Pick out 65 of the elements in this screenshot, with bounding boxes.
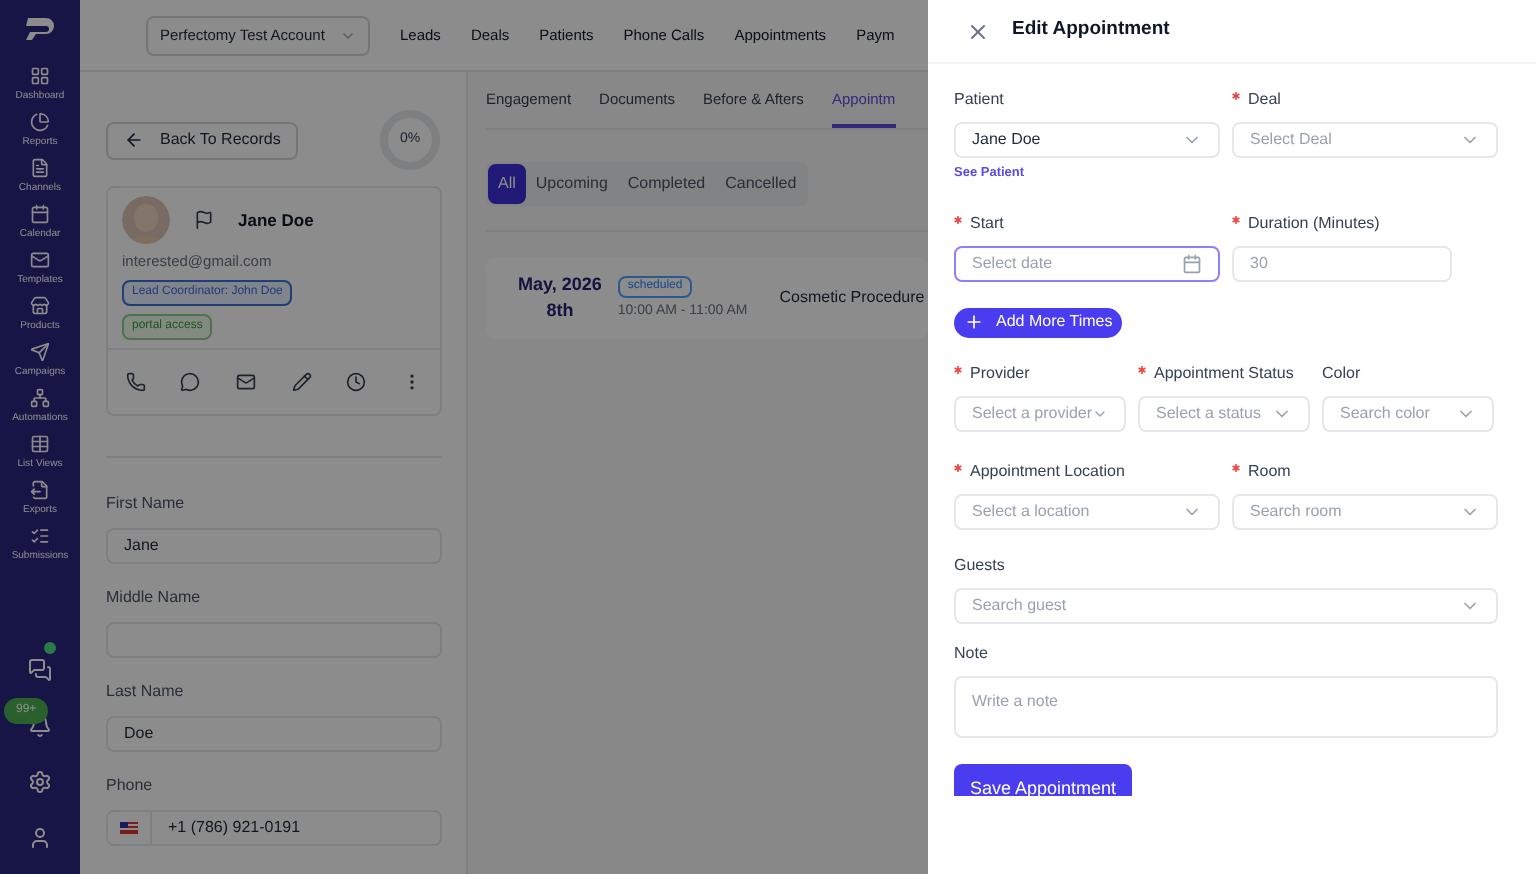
field-label: Guests [954, 553, 1007, 578]
field-label: First Name [106, 492, 187, 516]
required-icon [1232, 463, 1240, 472]
close-icon[interactable] [966, 19, 990, 43]
filter-pill[interactable]: All [488, 164, 526, 205]
table-icon [29, 434, 50, 454]
field-label: Appointment Status [1138, 361, 1310, 386]
settings-icon[interactable] [28, 770, 52, 794]
plus-icon [964, 312, 984, 333]
message-icon[interactable] [180, 372, 201, 392]
clock-icon[interactable] [346, 372, 367, 392]
required-icon [954, 463, 962, 472]
us-flag-icon[interactable] [120, 822, 138, 834]
filter-pill[interactable]: Upcoming [525, 164, 618, 205]
mail-icon[interactable] [236, 372, 257, 392]
field-label: Provider [954, 361, 1126, 386]
field-label: Note [954, 641, 990, 666]
calendar-icon [29, 204, 50, 224]
phone-icon[interactable] [125, 372, 146, 392]
document-icon [29, 158, 50, 178]
contact-name: Jane Doe [238, 207, 314, 233]
required-icon [1138, 365, 1146, 374]
required-icon [1232, 92, 1240, 100]
back-button[interactable]: Back To Records [106, 121, 299, 159]
checklist-icon [29, 526, 50, 546]
filter-pill[interactable]: Completed [617, 164, 716, 205]
calendar-icon [1182, 253, 1202, 274]
field-label: Color [1322, 361, 1363, 386]
filter-pill[interactable]: Cancelled [715, 164, 807, 205]
field-label: Appointment Location [954, 459, 1220, 484]
field-label: Last Name [106, 680, 186, 704]
logo-icon [24, 16, 56, 40]
user-icon[interactable] [28, 826, 52, 850]
appointment-month: May, 2026 [518, 271, 602, 298]
hierarchy-icon [29, 388, 50, 408]
modal-backdrop[interactable] [0, 0, 928, 874]
send-icon [29, 342, 50, 362]
mail-icon [29, 250, 50, 270]
field-label: Room [1232, 459, 1498, 484]
flag-icon[interactable] [194, 210, 214, 230]
back-arrow-icon [124, 130, 144, 150]
field-label: Start [954, 211, 1220, 236]
store-icon [29, 296, 50, 316]
chat-icon[interactable] [28, 658, 52, 682]
add-times-button[interactable]: Add More Times [954, 307, 1123, 338]
edit-icon[interactable] [291, 372, 312, 392]
field-label: Deal [1232, 88, 1498, 112]
appointment-title: Cosmetic Procedure [779, 286, 925, 311]
field-label: Middle Name [106, 586, 203, 610]
required-icon [954, 365, 962, 374]
select-field[interactable]: Jane Doe [954, 122, 1220, 158]
grid-icon [29, 66, 50, 86]
phone-field[interactable]: +1 (786) 921-0191 [106, 810, 442, 846]
field-label: Phone [106, 774, 155, 798]
required-icon [954, 215, 962, 224]
required-icon [1232, 215, 1240, 224]
field-label: Patient [954, 88, 1006, 112]
bell-icon[interactable] [28, 714, 52, 738]
drawer-title: Edit Appointment [1012, 16, 1170, 45]
field-label: Duration (Minutes) [1232, 211, 1498, 236]
pie-chart-icon [29, 112, 50, 132]
text-field[interactable]: Doe [106, 716, 442, 752]
appointment-day: 8th [546, 298, 574, 326]
text-field[interactable]: Jane [106, 528, 442, 564]
export-icon [29, 480, 50, 500]
